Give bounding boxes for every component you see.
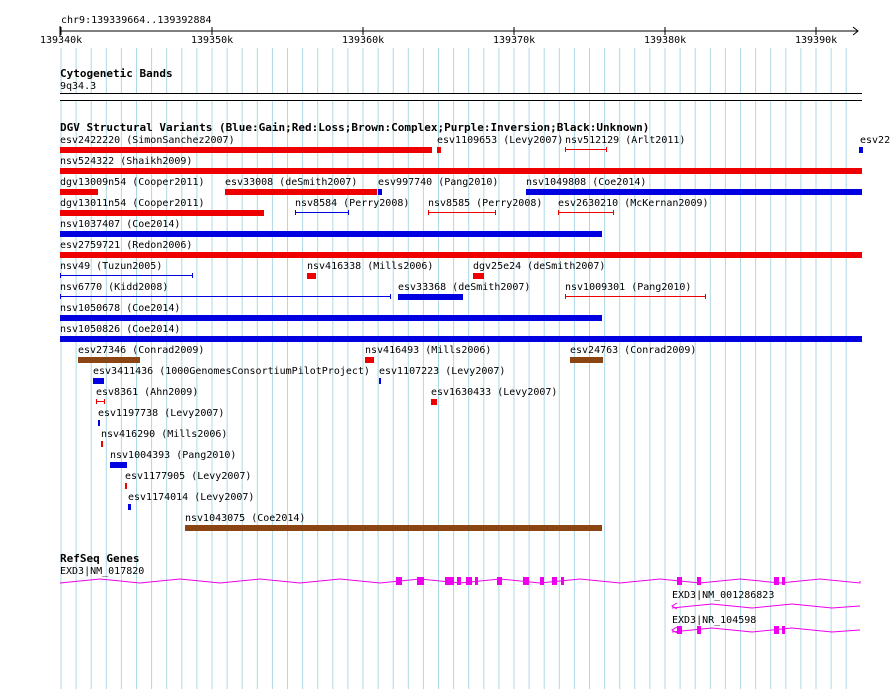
gene-exon	[677, 577, 682, 585]
gene-exon	[782, 626, 785, 634]
gene-intron	[671, 603, 861, 609]
gene-exon	[782, 577, 785, 585]
gene-exon	[445, 577, 452, 585]
gene-exon	[417, 577, 424, 585]
gene-exon	[561, 577, 564, 585]
gene-exon	[475, 577, 478, 585]
gene-exon	[774, 626, 779, 634]
gene-exon	[451, 577, 454, 585]
gene-exon	[457, 577, 461, 585]
gene-exon	[677, 626, 682, 634]
gene-exon	[540, 577, 544, 585]
gene-exon	[697, 577, 701, 585]
gene-exon	[466, 577, 472, 585]
gene-exon	[552, 577, 557, 585]
gene-exon	[523, 577, 529, 585]
gene-exon	[774, 577, 779, 585]
gene-exon	[497, 577, 502, 585]
genome-browser-view: chr9:139339664..139392884 139340k 139350…	[0, 0, 890, 689]
gene-models[interactable]	[0, 0, 890, 689]
gene-exon	[697, 626, 701, 634]
gene-exon	[396, 577, 402, 585]
